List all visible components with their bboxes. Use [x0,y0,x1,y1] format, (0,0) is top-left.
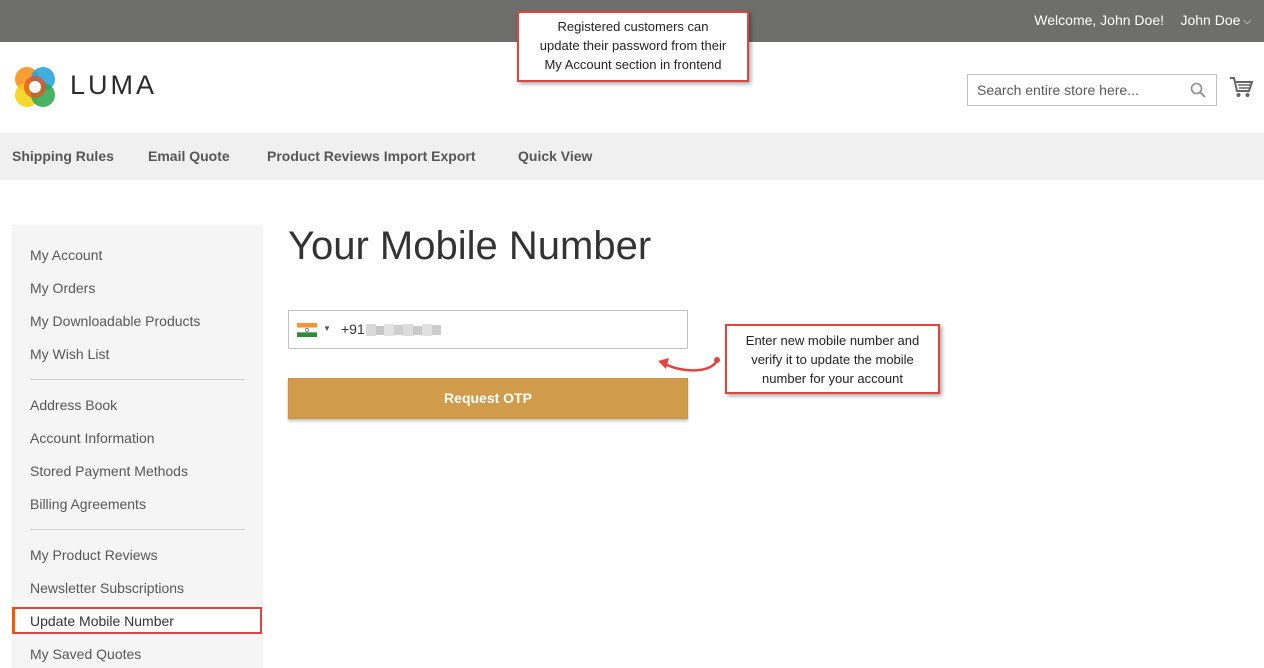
callout-line: verify it to update the mobile [751,352,914,367]
welcome-message: Welcome, John Doe! [1034,12,1164,28]
sidebar-item-my-downloadable-products[interactable]: My Downloadable Products [30,313,200,329]
sidebar-item-my-orders[interactable]: My Orders [30,280,95,296]
callout-mobile-note: Enter new mobile number and verify it to… [725,324,940,394]
account-sidebar: My Account My Orders My Downloadable Pro… [12,225,263,668]
account-name: John Doe [1180,12,1241,28]
sidebar-item-address-book[interactable]: Address Book [30,397,117,413]
sidebar-item-account-information[interactable]: Account Information [30,430,155,446]
page-title: Your Mobile Number [288,224,652,268]
account-menu[interactable]: John Doe ⌵ [1180,12,1251,28]
cart-icon[interactable] [1229,76,1253,98]
search-input[interactable] [968,75,1178,105]
callout-arrow [658,357,720,372]
search-box [967,74,1217,106]
sidebar-item-update-mobile-number[interactable]: Update Mobile Number [12,607,262,634]
chevron-down-icon: ⌵ [1243,16,1251,27]
callout-line: My Account section in frontend [544,57,722,72]
sidebar-divider [30,529,245,530]
logo-text[interactable]: LUMA [70,70,157,101]
nav-item-email-quote[interactable]: Email Quote [148,148,230,164]
callout-password-note: Registered customers can update their pa… [517,11,749,82]
sidebar-item-label: Update Mobile Number [30,613,174,629]
callout-line: Enter new mobile number and [745,333,920,348]
sidebar-item-stored-payment-methods[interactable]: Stored Payment Methods [30,463,188,479]
search-icon[interactable] [1190,82,1206,98]
nav-item-product-reviews-import-export[interactable]: Product Reviews Import Export [267,148,475,164]
mobile-number-field[interactable]: ▼ +91 [288,310,688,349]
dial-code: +91 [341,321,365,337]
india-flag-icon[interactable] [297,323,317,337]
sidebar-divider [30,379,245,380]
nav-item-shipping-rules[interactable]: Shipping Rules [12,148,114,164]
redacted-number [366,324,441,336]
country-dropdown-caret-icon[interactable]: ▼ [323,324,331,333]
callout-line: number for your account [762,371,903,386]
callout-line: update their password from their [539,38,727,53]
sidebar-item-my-product-reviews[interactable]: My Product Reviews [30,547,158,563]
sidebar-item-my-account[interactable]: My Account [30,247,102,263]
sidebar-item-newsletter-subscriptions[interactable]: Newsletter Subscriptions [30,580,184,596]
nav-item-quick-view[interactable]: Quick View [518,148,592,164]
callout-line: Registered customers can [557,19,709,34]
sidebar-item-my-saved-quotes[interactable]: My Saved Quotes [30,646,141,662]
sidebar-item-billing-agreements[interactable]: Billing Agreements [30,496,146,512]
luma-logo-icon[interactable] [12,64,58,110]
request-otp-button[interactable]: Request OTP [288,378,688,419]
sidebar-item-my-wish-list[interactable]: My Wish List [30,346,109,362]
main-navigation: Shipping Rules Email Quote Product Revie… [0,133,1264,180]
